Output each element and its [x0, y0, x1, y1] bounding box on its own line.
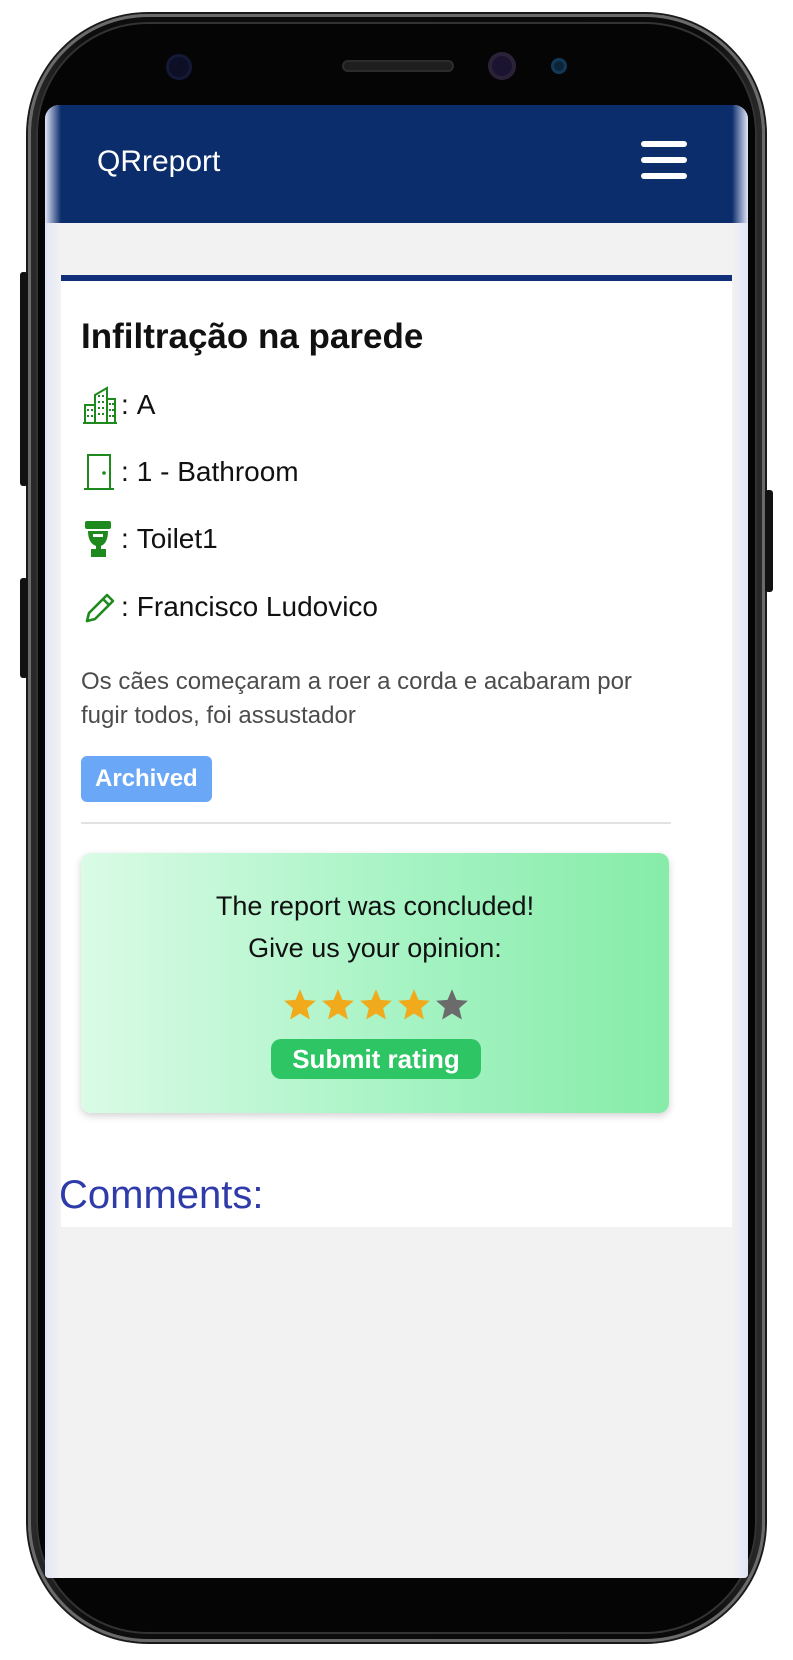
star-3-icon[interactable]	[357, 987, 395, 1023]
app-screen: QRreport Infiltração na parede: A: 1 -…	[45, 105, 748, 1578]
toilet-icon	[81, 519, 119, 559]
report-description: Os cães começaram a roer a corda e acaba…	[81, 668, 632, 729]
rating-panel: The report was concluded! Give us your o…	[81, 853, 669, 1113]
phone-speaker	[342, 60, 454, 72]
building-value: A	[136, 389, 156, 420]
field-room: : 1 - Bathroom	[81, 450, 299, 494]
door-icon	[81, 452, 119, 492]
phone-proximity-sensor	[551, 58, 567, 74]
room-value: 1 - Bathroom	[136, 456, 299, 487]
pencil-icon	[81, 587, 119, 627]
star-rating	[281, 987, 471, 1023]
field-separator: :	[121, 591, 129, 622]
author-value: Francisco Ludovico	[136, 591, 379, 622]
status-badge: Archived	[81, 756, 212, 802]
star-5-icon[interactable]	[433, 987, 471, 1023]
field-separator: :	[121, 389, 129, 420]
star-4-icon[interactable]	[395, 987, 433, 1023]
field-building: : A	[81, 383, 155, 427]
report-card: Infiltração na parede: A: 1 - Bathroom…	[61, 275, 732, 1227]
phone-front-sensor	[166, 54, 192, 80]
star-2-icon[interactable]	[319, 987, 357, 1023]
field-separator: :	[121, 456, 129, 487]
rating-message: The report was concluded!	[215, 891, 535, 921]
phone-volume-up-button	[20, 272, 28, 486]
brand-title[interactable]: QRreport	[97, 145, 220, 179]
field-separator: :	[121, 523, 129, 554]
building-icon	[81, 385, 119, 425]
star-1-icon[interactable]	[281, 987, 319, 1023]
submit-rating-button[interactable]: Submit rating	[271, 1039, 481, 1079]
phone-front-camera	[488, 52, 516, 80]
field-author: : Francisco Ludovico	[81, 585, 378, 629]
report-title: Infiltração na parede	[81, 317, 424, 356]
rating-prompt: Give us your opinion:	[248, 933, 502, 963]
hamburger-menu-icon[interactable]	[641, 141, 687, 179]
field-device: : Toilet1	[81, 517, 218, 561]
navbar: QRreport	[45, 105, 748, 223]
phone-volume-down-button	[20, 578, 28, 678]
divider	[81, 822, 671, 824]
phone-power-button	[765, 490, 773, 592]
device-value: Toilet1	[136, 523, 218, 554]
comments-title: Comments:	[59, 1173, 264, 1217]
